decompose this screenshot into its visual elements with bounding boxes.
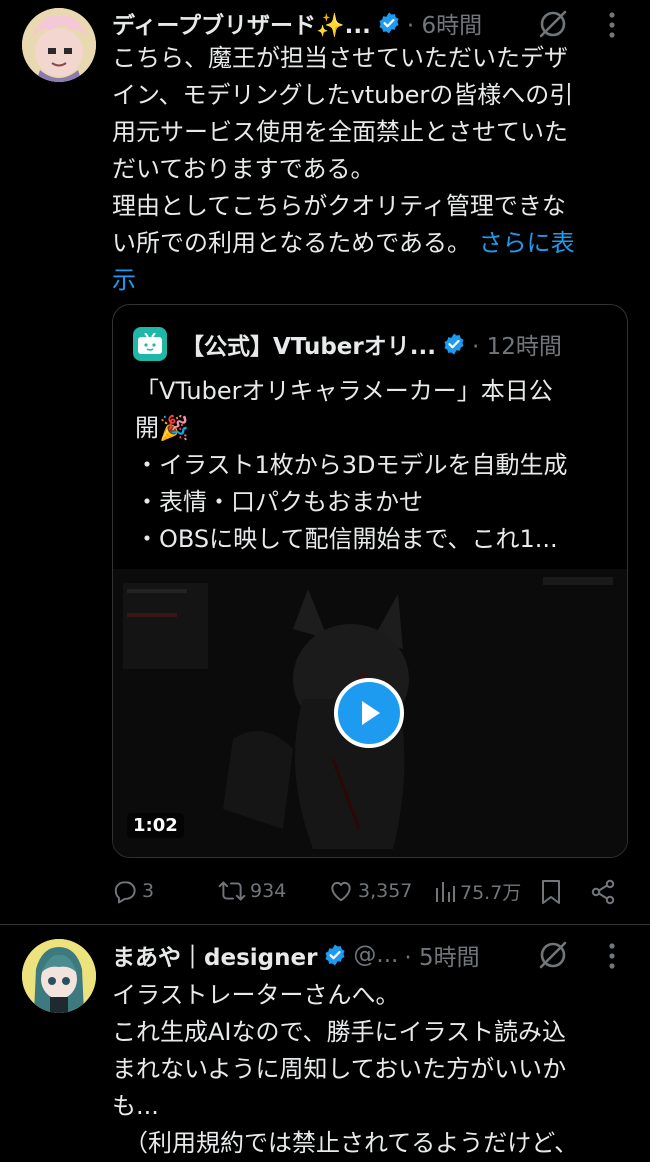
more-icon[interactable] xyxy=(602,10,622,40)
tv-logo-icon xyxy=(138,333,162,354)
text-line: 理由としてこちらがクオリティ管理できな xyxy=(112,192,566,220)
avatar[interactable] xyxy=(22,939,96,1013)
grok-icon[interactable] xyxy=(537,8,569,40)
text-line: まれないように周知しておいた方がいいか xyxy=(112,1055,567,1083)
tweet-header: ディープブリザード✨... · 6時間 xyxy=(112,6,482,40)
text-line: ・表情・口パクもおまかせ xyxy=(135,488,423,516)
text-line: イン、モデリングしたvtuberの皆様への引 xyxy=(112,81,574,109)
display-name[interactable]: ディープブリザード✨... xyxy=(112,6,371,40)
video-player[interactable]: 1:02 xyxy=(113,569,627,857)
text-line: こちら、魔王が担当させていただいたデザ xyxy=(112,44,568,72)
avatar[interactable] xyxy=(22,8,96,82)
quote-avatar xyxy=(133,327,167,361)
grok-icon[interactable] xyxy=(537,939,569,971)
views-button[interactable]: 75.7万 xyxy=(434,878,521,905)
text-line: イラストレーターさんへ。 xyxy=(112,981,400,1009)
retweet-count: 934 xyxy=(250,880,287,902)
views-chart-icon xyxy=(436,881,455,902)
retweet-button[interactable]: 934 xyxy=(218,878,286,904)
text-line: 用元サービス使用を全面禁止とさせていた xyxy=(112,118,568,146)
tweet-2[interactable]: まあや｜designer @... · 5時間 イラストレーターさんへ。 これ生… xyxy=(0,925,650,1157)
reply-count: 3 xyxy=(142,880,155,902)
tweet-text: イラストレーターさんへ。 これ生成AIなので、勝手にイラスト読み込 まれないよう… xyxy=(112,977,632,1162)
verified-badge-icon xyxy=(444,333,464,355)
tweet-header: まあや｜designer @... · 5時間 xyxy=(112,939,480,971)
views-count: 75.7万 xyxy=(460,882,522,904)
quote-header: 【公式】VTuberオリ... · 12時間 xyxy=(181,327,562,361)
text-line: （利用規約では禁止されてるようだけど、 xyxy=(124,1129,579,1157)
show-more-link[interactable]: さらに表 xyxy=(479,229,575,257)
share-icon[interactable] xyxy=(590,879,616,905)
play-button[interactable] xyxy=(334,678,404,748)
text-line: ・OBSに映して配信開始まで、これ1... xyxy=(135,525,558,553)
timestamp[interactable]: · 5時間 xyxy=(404,938,479,972)
tweet-1[interactable]: ディープブリザード✨... · 6時間 こちら、魔王が担当させていただいたデザ … xyxy=(0,0,650,924)
quote-display-name[interactable]: 【公式】VTuberオリ... xyxy=(181,327,436,361)
text-line: 開🎉 xyxy=(135,414,189,442)
reply-button[interactable]: 3 xyxy=(112,878,154,904)
text-line: だいておりますである。 xyxy=(112,155,375,183)
like-button[interactable]: 3,357 xyxy=(328,878,412,904)
retweet-icon xyxy=(218,881,246,901)
tweet-text: こちら、魔王が担当させていただいたデザ イン、モデリングしたvtuberの皆様へ… xyxy=(112,40,632,299)
video-duration: 1:02 xyxy=(127,813,184,838)
action-bar: 3 934 3,357 75.7万 xyxy=(112,874,632,910)
quote-timestamp: · 12時間 xyxy=(471,334,562,360)
quote-text: 「VTuberオリキャラメーカー」本日公 開🎉 ・イラスト1枚から3Dモデルを自… xyxy=(135,373,615,558)
reply-icon xyxy=(114,881,136,904)
bookmark-icon[interactable] xyxy=(540,879,562,905)
text-line: ・イラスト1枚から3Dモデルを自動生成 xyxy=(135,451,568,479)
text-line: 「VTuberオリキャラメーカー」本日公 xyxy=(135,377,553,405)
heart-icon xyxy=(331,881,351,902)
play-icon xyxy=(362,701,380,725)
verified-badge-icon xyxy=(325,944,345,966)
verified-badge-icon xyxy=(379,12,399,34)
like-count: 3,357 xyxy=(358,880,413,902)
display-name[interactable]: まあや｜designer xyxy=(112,938,317,972)
text-line: これ生成AIなので、勝手にイラスト読み込 xyxy=(112,1018,567,1046)
quote-tweet-card[interactable]: 【公式】VTuberオリ... · 12時間 「VTuberオリキャラメーカー」… xyxy=(112,304,628,858)
handle[interactable]: @... xyxy=(353,942,398,968)
show-more-link-cont[interactable]: 示 xyxy=(112,262,632,299)
text-line: い所での利用となるためである。 さらに表 xyxy=(112,229,575,257)
more-icon[interactable] xyxy=(602,941,622,971)
timestamp[interactable]: · 6時間 xyxy=(407,6,482,40)
text-line: も... xyxy=(112,1092,159,1120)
